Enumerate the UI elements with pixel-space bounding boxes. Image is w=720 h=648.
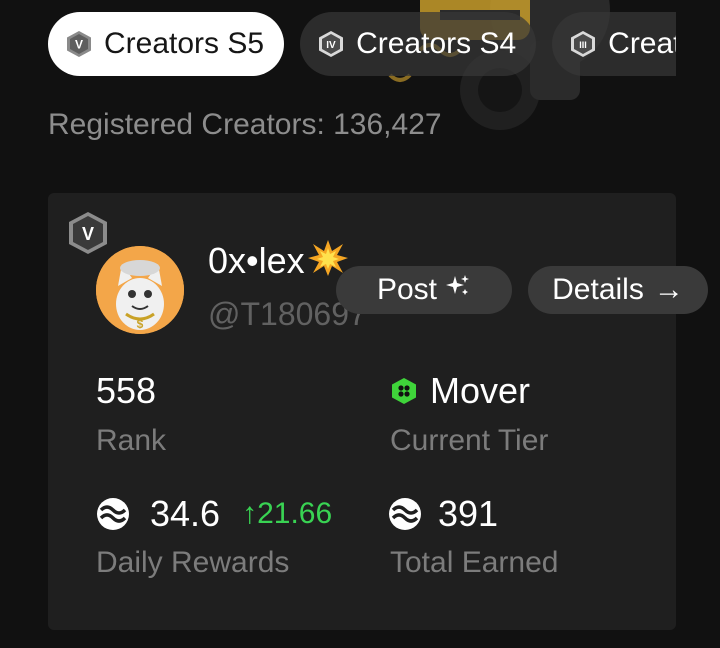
tab-label: Creators S5	[104, 27, 265, 60]
token-coin-icon	[388, 497, 422, 531]
details-button[interactable]: Details →	[528, 266, 708, 314]
daily-rewards-delta: ↑21.66	[242, 497, 333, 530]
creator-display-name: 0x•lex	[208, 240, 349, 282]
tier-value-group: Mover	[390, 370, 530, 412]
season-iii-badge-icon: III	[568, 29, 598, 59]
season-v-badge-icon: V	[66, 210, 110, 256]
details-button-label: Details	[552, 273, 644, 306]
total-earned-label: Total Earned	[390, 546, 559, 579]
rank-value: 558	[96, 370, 157, 411]
tab-creators-s4[interactable]: IV Creators S4	[300, 12, 537, 76]
season-iv-badge-icon: IV	[316, 29, 346, 59]
tier-hex-icon	[390, 377, 418, 405]
post-button-label: Post	[376, 273, 438, 306]
post-button[interactable]: Post	[336, 266, 512, 314]
svg-text:V: V	[82, 224, 94, 244]
arrow-right-icon: →	[653, 273, 684, 306]
daily-rewards-value-group: 34.6 ↑21.66	[96, 493, 332, 535]
avatar[interactable]: $	[96, 246, 184, 334]
tab-creators-s3[interactable]: III Creators S3	[552, 12, 676, 76]
total-earned-value-group: 391	[388, 493, 498, 535]
svg-text:V: V	[75, 38, 83, 52]
tier-label: Current Tier	[390, 424, 549, 457]
svg-text:III: III	[579, 40, 587, 50]
tab-label: Creators S4	[356, 27, 517, 60]
total-earned-value: 391	[438, 493, 499, 534]
display-name-text: 0x•lex	[208, 240, 305, 281]
season-v-badge-icon: V	[64, 29, 94, 59]
registered-creators-count: Registered Creators: 136,427	[48, 108, 442, 141]
season-tabs: V Creators S5 IV Creators S4 III Crea	[48, 12, 676, 76]
svg-text:IV: IV	[326, 40, 336, 51]
tab-label: Creators S3	[608, 27, 676, 60]
daily-rewards-label: Daily Rewards	[96, 546, 290, 579]
daily-rewards-value: 34.6	[150, 493, 221, 534]
rank-label: Rank	[96, 424, 167, 457]
tab-creators-s5[interactable]: V Creators S5	[48, 12, 285, 76]
svg-text:$: $	[137, 317, 144, 331]
tier-value: Mover	[430, 370, 531, 411]
sparkle-icon	[445, 273, 471, 307]
token-coin-icon	[96, 497, 130, 531]
